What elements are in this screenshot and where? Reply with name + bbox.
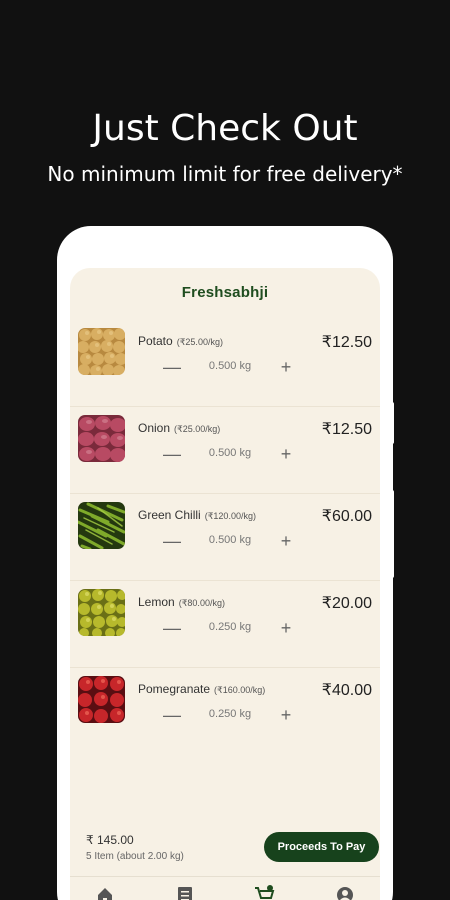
unit-price: (₹25.00/kg) <box>176 337 223 347</box>
decrease-quantity-button[interactable]: — <box>162 530 182 552</box>
increase-quantity-button[interactable]: + <box>276 704 296 726</box>
item-price: ₹60.00 <box>321 508 372 525</box>
potato-thumbnail <box>78 328 125 375</box>
increase-quantity-button[interactable]: + <box>276 443 296 465</box>
app-screen: Freshsabhji Potato (₹25.00/kg) ₹12.50 — 0… <box>70 268 380 900</box>
orders-list-icon[interactable] <box>175 885 195 900</box>
cart-icon[interactable] <box>254 885 275 900</box>
quantity-value: 0.500 kg <box>208 360 252 372</box>
quantity-stepper: — 0.500 kg + <box>162 356 292 378</box>
decrease-quantity-button[interactable]: — <box>162 704 182 726</box>
increase-quantity-button[interactable]: + <box>276 617 296 639</box>
cart-item: Onion (₹25.00/kg) ₹12.50 — 0.500 kg + <box>70 407 380 494</box>
unit-price: (₹160.00/kg) <box>214 685 266 695</box>
pomegranate-thumbnail <box>78 676 125 723</box>
item-price: ₹12.50 <box>321 334 372 351</box>
quantity-stepper: — 0.500 kg + <box>162 530 292 552</box>
quantity-stepper: — 0.500 kg + <box>162 443 292 465</box>
quantity-value: 0.250 kg <box>208 708 252 720</box>
increase-quantity-button[interactable]: + <box>276 530 296 552</box>
cart-item: Potato (₹25.00/kg) ₹12.50 — 0.500 kg + <box>70 320 380 407</box>
quantity-value: 0.500 kg <box>208 447 252 459</box>
product-name: Potato <box>138 334 173 348</box>
unit-price: (₹25.00/kg) <box>174 424 221 434</box>
product-name: Pomegranate <box>138 682 211 696</box>
product-name: Lemon <box>138 595 175 609</box>
decrease-quantity-button[interactable]: — <box>162 356 182 378</box>
phone-side-button <box>390 490 394 578</box>
unit-price: (₹120.00/kg) <box>204 511 256 521</box>
cart-item: Green Chilli (₹120.00/kg) ₹60.00 — 0.500 … <box>70 494 380 581</box>
cart-item: Pomegranate (₹160.00/kg) ₹40.00 — 0.250 k… <box>70 668 380 755</box>
home-icon[interactable] <box>95 885 115 900</box>
promo-headline: Just Check Out <box>92 108 358 149</box>
quantity-stepper: — 0.250 kg + <box>162 617 292 639</box>
lemon-thumbnail <box>78 589 125 636</box>
decrease-quantity-button[interactable]: — <box>162 443 182 465</box>
quantity-value: 0.250 kg <box>208 621 252 633</box>
item-price: ₹12.50 <box>321 421 372 438</box>
item-price: ₹40.00 <box>321 682 372 699</box>
item-price: ₹20.00 <box>321 595 372 612</box>
green-chilli-thumbnail <box>78 502 125 549</box>
product-name: Green Chilli <box>138 508 201 522</box>
phone-side-button <box>390 402 394 444</box>
onion-thumbnail <box>78 415 125 462</box>
promo-subline: No minimum limit for free delivery* <box>47 162 403 186</box>
decrease-quantity-button[interactable]: — <box>162 617 182 639</box>
unit-price: (₹80.00/kg) <box>178 598 225 608</box>
app-title: Freshsabhji <box>181 284 269 301</box>
account-icon[interactable] <box>335 885 355 900</box>
increase-quantity-button[interactable]: + <box>276 356 296 378</box>
bottom-nav <box>70 876 380 900</box>
quantity-stepper: — 0.250 kg + <box>162 704 292 726</box>
product-name: Onion <box>138 421 171 435</box>
proceed-to-pay-button[interactable]: Proceeds To Pay <box>264 832 379 862</box>
quantity-value: 0.500 kg <box>208 534 252 546</box>
cart-item: Lemon (₹80.00/kg) ₹20.00 — 0.250 kg + <box>70 581 380 668</box>
cart-items-info: 5 Item (about 2.00 kg) <box>86 851 184 862</box>
cart-total: ₹ 145.00 <box>86 833 134 847</box>
